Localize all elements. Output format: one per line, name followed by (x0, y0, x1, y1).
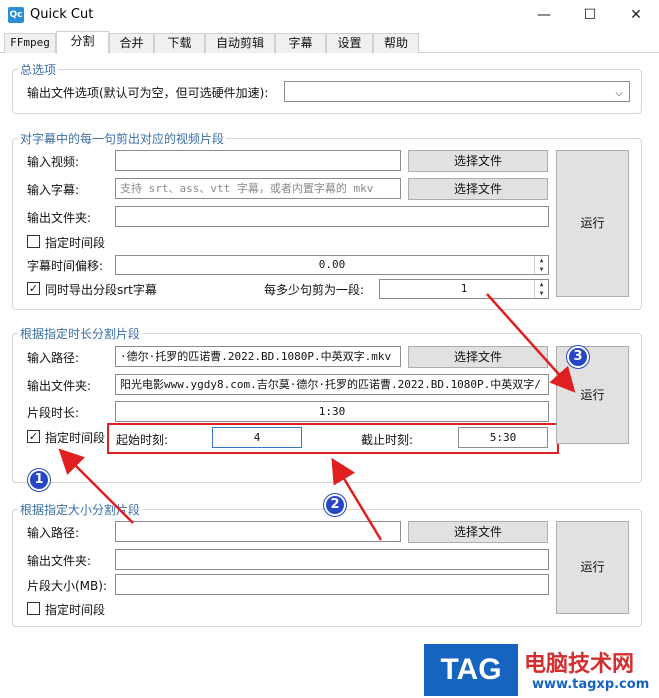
duration-input-path-field[interactable]: ·德尔·托罗的匹诺曹.2022.BD.1080P.中英双字.mkv (115, 346, 401, 367)
every-n-spinbox[interactable]: 1 ▲ ▼ (379, 279, 549, 299)
duration-output-folder-label: 输出文件夹: (27, 379, 92, 393)
every-n-value: 1 (460, 282, 468, 295)
size-run-button[interactable]: 运行 (556, 521, 629, 614)
size-input-path-field[interactable] (115, 521, 401, 542)
step-badge-3: 3 (567, 346, 589, 368)
end-time-field[interactable]: 5:30 (458, 427, 548, 448)
input-video-field[interactable] (115, 150, 401, 171)
duration-time-range-checkbox[interactable]: ✓ (27, 430, 40, 443)
duration-split-title: 根据指定时长分割片段 (18, 325, 143, 342)
subtitle-run-button[interactable]: 运行 (556, 150, 629, 297)
segment-duration-field[interactable]: 1:30 (115, 401, 549, 422)
segment-size-field[interactable] (115, 574, 549, 595)
subtitle-time-range-checkbox[interactable] (27, 235, 40, 248)
size-time-range-checkbox[interactable] (27, 602, 40, 615)
spin-arrows-icon[interactable]: ▲ ▼ (534, 280, 548, 298)
duration-output-folder-field[interactable]: 阳光电影www.ygdy8.com.吉尔莫·德尔·托罗的匹诺曹.2022.BD.… (115, 374, 549, 395)
subtitle-offset-spinbox[interactable]: 0.00 ▲ ▼ (115, 255, 549, 275)
choose-video-button[interactable]: 选择文件 (408, 150, 548, 172)
output-options-label: 输出文件选项(默认可为空，但可选硬件加速): (27, 86, 269, 100)
duration-time-range-label: 指定时间段 (45, 431, 106, 445)
tab-help[interactable]: 帮助 (373, 33, 419, 53)
input-subtitle-field[interactable]: 支持 srt、ass、vtt 字幕，或者内置字幕的 mkv (115, 178, 401, 199)
step-badge-1: 1 (28, 469, 50, 491)
subtitle-split-title: 对字幕中的每一句剪出对应的视频片段 (18, 130, 227, 147)
start-time-label: 起始时刻: (116, 433, 169, 447)
chevron-down-icon: ⌵ (615, 88, 623, 99)
window-title: Quick Cut (30, 7, 94, 22)
segment-size-label: 片段大小(MB): (27, 579, 107, 593)
subtitle-time-range-label: 指定时间段 (45, 236, 106, 250)
size-input-path-label: 输入路径: (27, 526, 80, 540)
tab-merge[interactable]: 合并 (109, 33, 154, 53)
subtitle-output-folder-label: 输出文件夹: (27, 211, 92, 225)
app-icon: Qc (8, 7, 24, 23)
subtitle-output-folder-field[interactable] (115, 206, 549, 227)
export-srt-label: 同时导出分段srt字幕 (45, 283, 157, 297)
minimize-button[interactable]: — (521, 0, 567, 31)
title-bar: Qc Quick Cut — ☐ ✕ (0, 0, 659, 31)
every-n-label: 每多少句剪为一段: (264, 283, 365, 297)
subtitle-offset-value: 0.00 (318, 258, 346, 271)
size-choose-file-button[interactable]: 选择文件 (408, 521, 548, 543)
duration-choose-file-button[interactable]: 选择文件 (408, 346, 548, 368)
tab-subtitle[interactable]: 字幕 (275, 33, 326, 53)
segment-duration-label: 片段时长: (27, 406, 80, 420)
size-output-folder-field[interactable] (115, 549, 549, 570)
start-time-field[interactable]: 4 (212, 427, 302, 448)
duration-input-path-label: 输入路径: (27, 351, 80, 365)
tab-split[interactable]: 分割 (56, 31, 109, 54)
size-output-folder-label: 输出文件夹: (27, 554, 92, 568)
watermark-site-name: 电脑技术网 (524, 652, 635, 677)
close-button[interactable]: ✕ (613, 0, 659, 31)
step-badge-2: 2 (324, 494, 346, 516)
tab-settings[interactable]: 设置 (326, 33, 373, 53)
size-split-title: 根据指定大小分割片段 (18, 501, 143, 518)
tab-download[interactable]: 下载 (154, 33, 205, 53)
tab-auto-edit[interactable]: 自动剪辑 (205, 33, 275, 53)
export-srt-checkbox[interactable]: ✓ (27, 282, 40, 295)
output-options-combobox[interactable]: ⌵ (284, 81, 630, 102)
tab-bar: FFmpeg 分割 合并 下载 自动剪辑 字幕 设置 帮助 (0, 31, 659, 54)
size-time-range-label: 指定时间段 (45, 603, 106, 617)
watermark-logo: TAG (424, 644, 518, 696)
spin-arrows-icon[interactable]: ▲ ▼ (534, 256, 548, 274)
maximize-button[interactable]: ☐ (567, 0, 613, 31)
subtitle-offset-label: 字幕时间偏移: (27, 259, 104, 273)
input-video-label: 输入视频: (27, 155, 80, 169)
input-subtitle-label: 输入字幕: (27, 183, 80, 197)
choose-subtitle-button[interactable]: 选择文件 (408, 178, 548, 200)
end-time-label: 截止时刻: (361, 433, 414, 447)
watermark-url: www.tagxp.com (532, 677, 650, 692)
general-options-title: 总选项 (18, 61, 59, 78)
tab-ffmpeg[interactable]: FFmpeg (4, 33, 56, 53)
